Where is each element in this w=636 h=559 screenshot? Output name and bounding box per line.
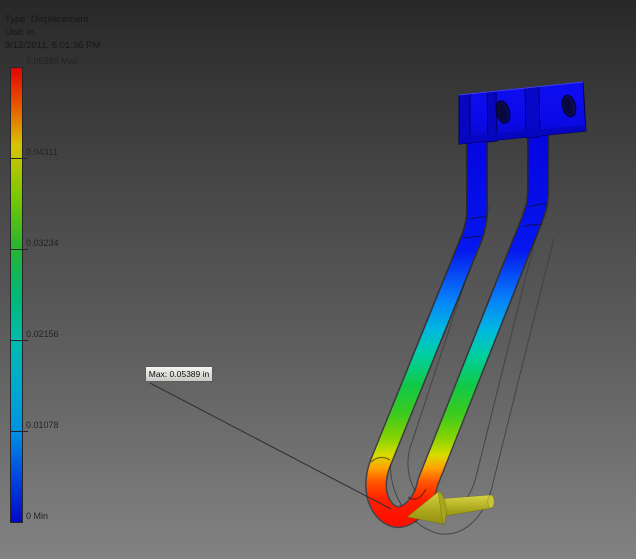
displacement-tube: [365, 115, 549, 528]
max-probe-text: Max: 0.05389 in: [148, 369, 210, 379]
viewport-3d[interactable]: Type: Displacement Unit: in 9/12/2011, 6…: [0, 0, 636, 559]
model-canvas: [149, 81, 587, 535]
model-bracket: [458, 81, 587, 145]
max-probe-leader-line: [149, 382, 392, 510]
max-probe-label[interactable]: Max: 0.05389 in: [145, 366, 213, 382]
